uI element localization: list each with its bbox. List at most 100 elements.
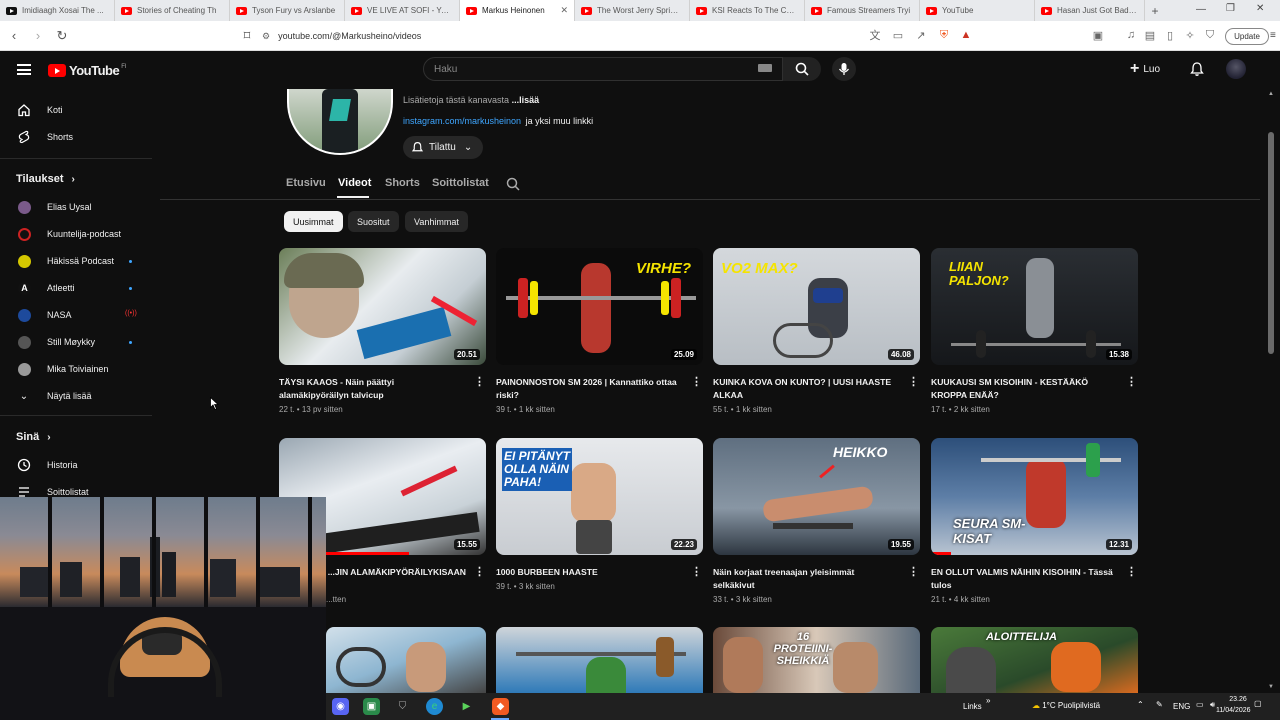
voice-search-button[interactable]: [832, 57, 856, 81]
channel-about[interactable]: Lisätietoja tästä kanavasta ...lisää: [403, 95, 539, 105]
video-thumbnail[interactable]: 20.51: [279, 248, 486, 365]
video-thumbnail[interactable]: ALOITTELIJA: [931, 627, 1138, 693]
browser-tab[interactable]: VE LIVE AT SOFI - Youtu: [345, 0, 460, 21]
sidebar-show-more[interactable]: ⌄ Näytä lisää: [0, 383, 155, 409]
you-heading[interactable]: Sinä ›: [16, 431, 51, 443]
browser-tab[interactable]: The Worst Jerry Springe: [575, 0, 690, 21]
app-icon[interactable]: ▣: [363, 698, 380, 715]
more-actions-icon[interactable]: ⋮: [474, 375, 485, 388]
scrollbar-thumb[interactable]: [1268, 132, 1274, 354]
subscriptions-heading[interactable]: Tilaukset ›: [16, 173, 75, 185]
scroll-up-icon[interactable]: ▲: [1268, 91, 1274, 97]
minimize-icon[interactable]: —: [1196, 4, 1206, 15]
sidebar-sub-nasa[interactable]: NASA ((•)): [0, 302, 155, 328]
create-button[interactable]: + Luo: [1130, 60, 1160, 78]
play-app-icon[interactable]: ▶: [458, 698, 475, 715]
video-title[interactable]: KUINKA KOVA ON KUNTO? | UUSI HAASTE ALKA…: [713, 376, 898, 402]
discord-icon[interactable]: ◉: [332, 698, 349, 715]
video-thumbnail[interactable]: 16 PROTEIINI-SHEIKKIÄ: [713, 627, 920, 693]
more-actions-icon[interactable]: ⋮: [691, 565, 702, 578]
wallet-icon[interactable]: ▯: [1163, 28, 1177, 42]
sidebar-item-shorts[interactable]: Shorts: [0, 124, 155, 150]
video-thumbnail[interactable]: [496, 627, 703, 693]
tab-home[interactable]: Etusivu: [286, 177, 326, 189]
share-icon[interactable]: ↗: [914, 28, 928, 42]
vpn-icon[interactable]: ⛉: [1203, 28, 1217, 42]
shield-app-icon[interactable]: ⛉: [394, 698, 411, 715]
site-info-icon[interactable]: ⚙: [262, 31, 270, 42]
channel-search-icon[interactable]: [506, 177, 520, 196]
music-icon[interactable]: ♫: [1124, 28, 1138, 42]
chip-popular[interactable]: Suositut: [348, 211, 399, 232]
close-tab-icon[interactable]: ✕: [560, 5, 568, 16]
edge-icon[interactable]: e: [426, 698, 443, 715]
video-title[interactable]: PAINONNOSTON SM 2026 | Kannattiko ottaa …: [496, 376, 681, 402]
more-actions-icon[interactable]: ⋮: [908, 565, 919, 578]
video-thumbnail[interactable]: [326, 627, 486, 693]
video-title[interactable]: TÄYSI KAAOS - Näin päättyi alamäkipyöräi…: [279, 376, 464, 402]
browser-tab[interactable]: Stories of Cheating Th: [115, 0, 230, 21]
video-title[interactable]: 1000 BURBEEN HAASTE: [496, 566, 681, 579]
more-link[interactable]: ...lisää: [512, 95, 540, 105]
sidebar-sub-mika[interactable]: Mika Toiviainen: [0, 356, 155, 382]
video-thumbnail[interactable]: EI PITÄNYT OLLA NÄIN PAHA! 22.23: [496, 438, 703, 555]
browser-tab[interactable]: Imidiaagh Xosai The ...: [0, 0, 115, 21]
language-indicator[interactable]: ENG: [1173, 702, 1190, 711]
translate-icon[interactable]: 文: [868, 28, 882, 42]
network-icon[interactable]: ▭: [1196, 700, 1204, 709]
menu-icon[interactable]: ≡: [1270, 30, 1276, 41]
video-title[interactable]: Näin korjaat treenaajan yleisimmät selkä…: [713, 566, 898, 592]
bookmark-icon[interactable]: ⌑: [238, 27, 256, 45]
scroll-down-icon[interactable]: ▼: [1268, 684, 1274, 690]
close-window-icon[interactable]: ✕: [1256, 3, 1264, 14]
keyboard-icon[interactable]: [758, 64, 772, 72]
more-actions-icon[interactable]: ⋮: [1126, 375, 1137, 388]
reader-icon[interactable]: ▤: [1143, 28, 1157, 42]
video-thumbnail[interactable]: LIIAN PALJON? 15.38: [931, 248, 1138, 365]
more-actions-icon[interactable]: ⋮: [691, 375, 702, 388]
sidebar-sub-atleetti[interactable]: A Atleetti: [0, 275, 155, 301]
tray-expand-icon[interactable]: ⌃: [1137, 700, 1144, 709]
brave-icon[interactable]: ◆: [492, 698, 509, 715]
tab-shorts[interactable]: Shorts: [385, 177, 420, 189]
volume-icon[interactable]: 🔊︎: [1210, 700, 1215, 710]
browser-tab-active[interactable]: Markus Heinonen ✕: [460, 0, 575, 21]
sidebar-toggle-icon[interactable]: ▣: [1091, 28, 1105, 42]
video-title[interactable]: ...JIN ALAMÄKIPYÖRÄILYKISAAN: [326, 566, 466, 579]
notifications-button[interactable]: [1189, 61, 1205, 77]
video-title[interactable]: KUUKAUSI SM KISOIHIN - KESTÄÄKÖ KROPPA E…: [931, 376, 1116, 402]
instagram-link[interactable]: instagram.com/markusheinon: [403, 116, 521, 126]
cast-icon[interactable]: ▭: [891, 28, 905, 42]
video-thumbnail[interactable]: VO2 MAX? 46.08: [713, 248, 920, 365]
new-tab-button[interactable]: +: [1145, 4, 1165, 18]
browser-tab[interactable]: Famous Streamers Tryi: [805, 0, 920, 21]
browser-tab[interactable]: Tyson Fury vs Arslanbe: [230, 0, 345, 21]
clock-date[interactable]: 11/04/2026: [1216, 707, 1251, 714]
sidebar-item-history[interactable]: Historia: [0, 452, 155, 478]
account-avatar[interactable]: [1226, 59, 1246, 79]
youtube-logo[interactable]: YouTube FI: [48, 63, 127, 78]
sidebar-sub-kuuntelija[interactable]: Kuuntelija-podcast: [0, 221, 155, 247]
sidebar-item-home[interactable]: Koti: [0, 97, 155, 123]
hamburger-menu-icon[interactable]: [17, 64, 31, 75]
video-thumbnail[interactable]: HEIKKO 19.55: [713, 438, 920, 555]
browser-tab[interactable]: Hasan Just Got Badly E: [1035, 0, 1145, 21]
chevron-double-icon[interactable]: »: [986, 696, 990, 705]
more-actions-icon[interactable]: ⋮: [908, 375, 919, 388]
back-icon[interactable]: ‹: [5, 27, 23, 45]
more-actions-icon[interactable]: ⋮: [474, 565, 485, 578]
chip-newest[interactable]: Uusimmat: [284, 211, 343, 232]
pen-icon[interactable]: ✎: [1156, 700, 1163, 709]
brave-shield-icon[interactable]: ⛨: [937, 28, 951, 42]
tab-playlists[interactable]: Soittolistat: [432, 177, 489, 189]
video-title[interactable]: EN OLLUT VALMIS NÄIHIN KISOIHIN - Tässä …: [931, 566, 1116, 592]
chip-oldest[interactable]: Vanhimmat: [405, 211, 468, 232]
browser-tab[interactable]: YouTube: [920, 0, 1035, 21]
maximize-icon[interactable]: ❐: [1226, 3, 1235, 14]
search-button[interactable]: [783, 57, 821, 81]
subscribe-button[interactable]: Tilattu ⌄: [403, 136, 483, 159]
extensions-icon[interactable]: ✧: [1183, 28, 1197, 42]
other-links-text[interactable]: ja yksi muu linkki: [526, 116, 594, 126]
tab-videos[interactable]: Videot: [338, 177, 371, 189]
brave-rewards-icon[interactable]: ▲: [959, 28, 973, 42]
